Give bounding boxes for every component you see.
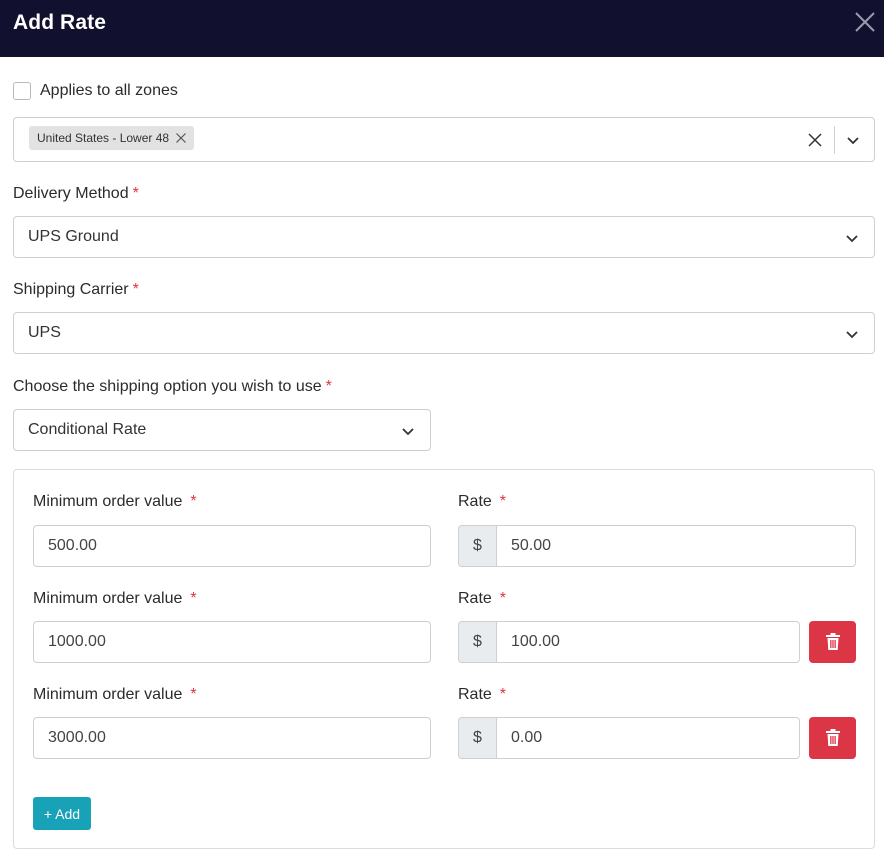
required-marker: *: [190, 686, 197, 703]
chevron-down-icon: [846, 331, 858, 339]
close-icon[interactable]: [853, 10, 877, 34]
delete-rate-button[interactable]: [809, 717, 856, 759]
min-order-input[interactable]: 3000.00: [33, 717, 431, 759]
min-order-label: Minimum order value *: [33, 493, 197, 511]
shipping-carrier-value: UPS: [28, 324, 61, 341]
trash-icon: [825, 633, 840, 650]
delivery-method-select[interactable]: UPS Ground: [13, 216, 875, 258]
rate-value: 0.00: [511, 729, 543, 746]
rate-label: Rate *: [458, 493, 506, 511]
add-rate-button[interactable]: + Add: [33, 797, 91, 830]
shipping-option-value: Conditional Rate: [28, 421, 147, 438]
applies-all-checkbox[interactable]: [13, 82, 31, 100]
min-order-label-text: Minimum order value: [33, 686, 183, 703]
currency-prefix: $: [458, 717, 496, 759]
rate-label-text: Rate: [458, 686, 492, 703]
conditional-rates-panel: Minimum order value * Rate * 500.00 $ 50.0…: [13, 469, 875, 849]
delivery-method-label: Delivery Method *: [13, 185, 139, 203]
rate-input[interactable]: 0.00: [496, 717, 800, 759]
rate-input[interactable]: 50.00: [496, 525, 856, 567]
min-order-input[interactable]: 1000.00: [33, 621, 431, 663]
required-marker: *: [190, 493, 197, 510]
min-order-label-text: Minimum order value: [33, 590, 183, 607]
applies-all-row[interactable]: Applies to all zones: [13, 80, 178, 102]
min-order-label: Minimum order value *: [33, 590, 197, 608]
rate-value: 50.00: [511, 537, 552, 554]
currency-prefix: $: [458, 525, 496, 567]
rate-value: 100.00: [511, 633, 560, 650]
required-marker: *: [499, 686, 507, 703]
rate-label: Rate *: [458, 686, 506, 704]
zone-multiselect[interactable]: United States - Lower 48: [13, 117, 875, 162]
applies-all-label: Applies to all zones: [40, 82, 178, 99]
required-marker: *: [499, 590, 507, 607]
shipping-carrier-label: Shipping Carrier *: [13, 281, 139, 299]
rate-input-group[interactable]: $ 0.00: [458, 717, 800, 759]
remove-chip-icon[interactable]: [175, 132, 187, 144]
chevron-down-icon: [846, 235, 858, 243]
min-order-value: 500.00: [48, 537, 97, 554]
required-marker: *: [132, 185, 139, 202]
shipping-option-select[interactable]: Conditional Rate: [13, 409, 431, 451]
min-order-label: Minimum order value *: [33, 686, 197, 704]
shipping-option-label-text: Choose the shipping option you wish to u…: [13, 378, 322, 395]
min-order-value: 3000.00: [48, 729, 106, 746]
delete-rate-button[interactable]: [809, 621, 856, 663]
modal-header: Add Rate: [0, 0, 884, 57]
chevron-down-icon: [402, 428, 414, 436]
required-marker: *: [132, 281, 139, 298]
rate-input[interactable]: 100.00: [496, 621, 800, 663]
shipping-carrier-label-text: Shipping Carrier: [13, 281, 129, 298]
rate-label-text: Rate: [458, 590, 492, 607]
min-order-input[interactable]: 500.00: [33, 525, 431, 567]
chevron-down-icon[interactable]: [845, 132, 861, 148]
min-order-label-text: Minimum order value: [33, 493, 183, 510]
trash-icon: [825, 729, 840, 746]
shipping-option-label: Choose the shipping option you wish to u…: [13, 378, 332, 396]
delivery-method-value: UPS Ground: [28, 228, 119, 245]
rate-label: Rate *: [458, 590, 506, 608]
min-order-value: 1000.00: [48, 633, 106, 650]
rate-label-text: Rate: [458, 493, 492, 510]
zone-chip-label: United States - Lower 48: [37, 131, 170, 145]
currency-prefix: $: [458, 621, 496, 663]
delivery-method-label-text: Delivery Method: [13, 185, 129, 202]
rate-input-group[interactable]: $ 100.00: [458, 621, 800, 663]
required-marker: *: [190, 590, 197, 607]
clear-icon[interactable]: [806, 131, 824, 149]
shipping-carrier-select[interactable]: UPS: [13, 312, 875, 354]
required-marker: *: [325, 378, 332, 395]
required-marker: *: [499, 493, 507, 510]
zone-chip: United States - Lower 48: [29, 126, 195, 150]
divider: [834, 126, 835, 154]
modal-title: Add Rate: [13, 11, 106, 34]
rate-input-group[interactable]: $ 50.00: [458, 525, 856, 567]
